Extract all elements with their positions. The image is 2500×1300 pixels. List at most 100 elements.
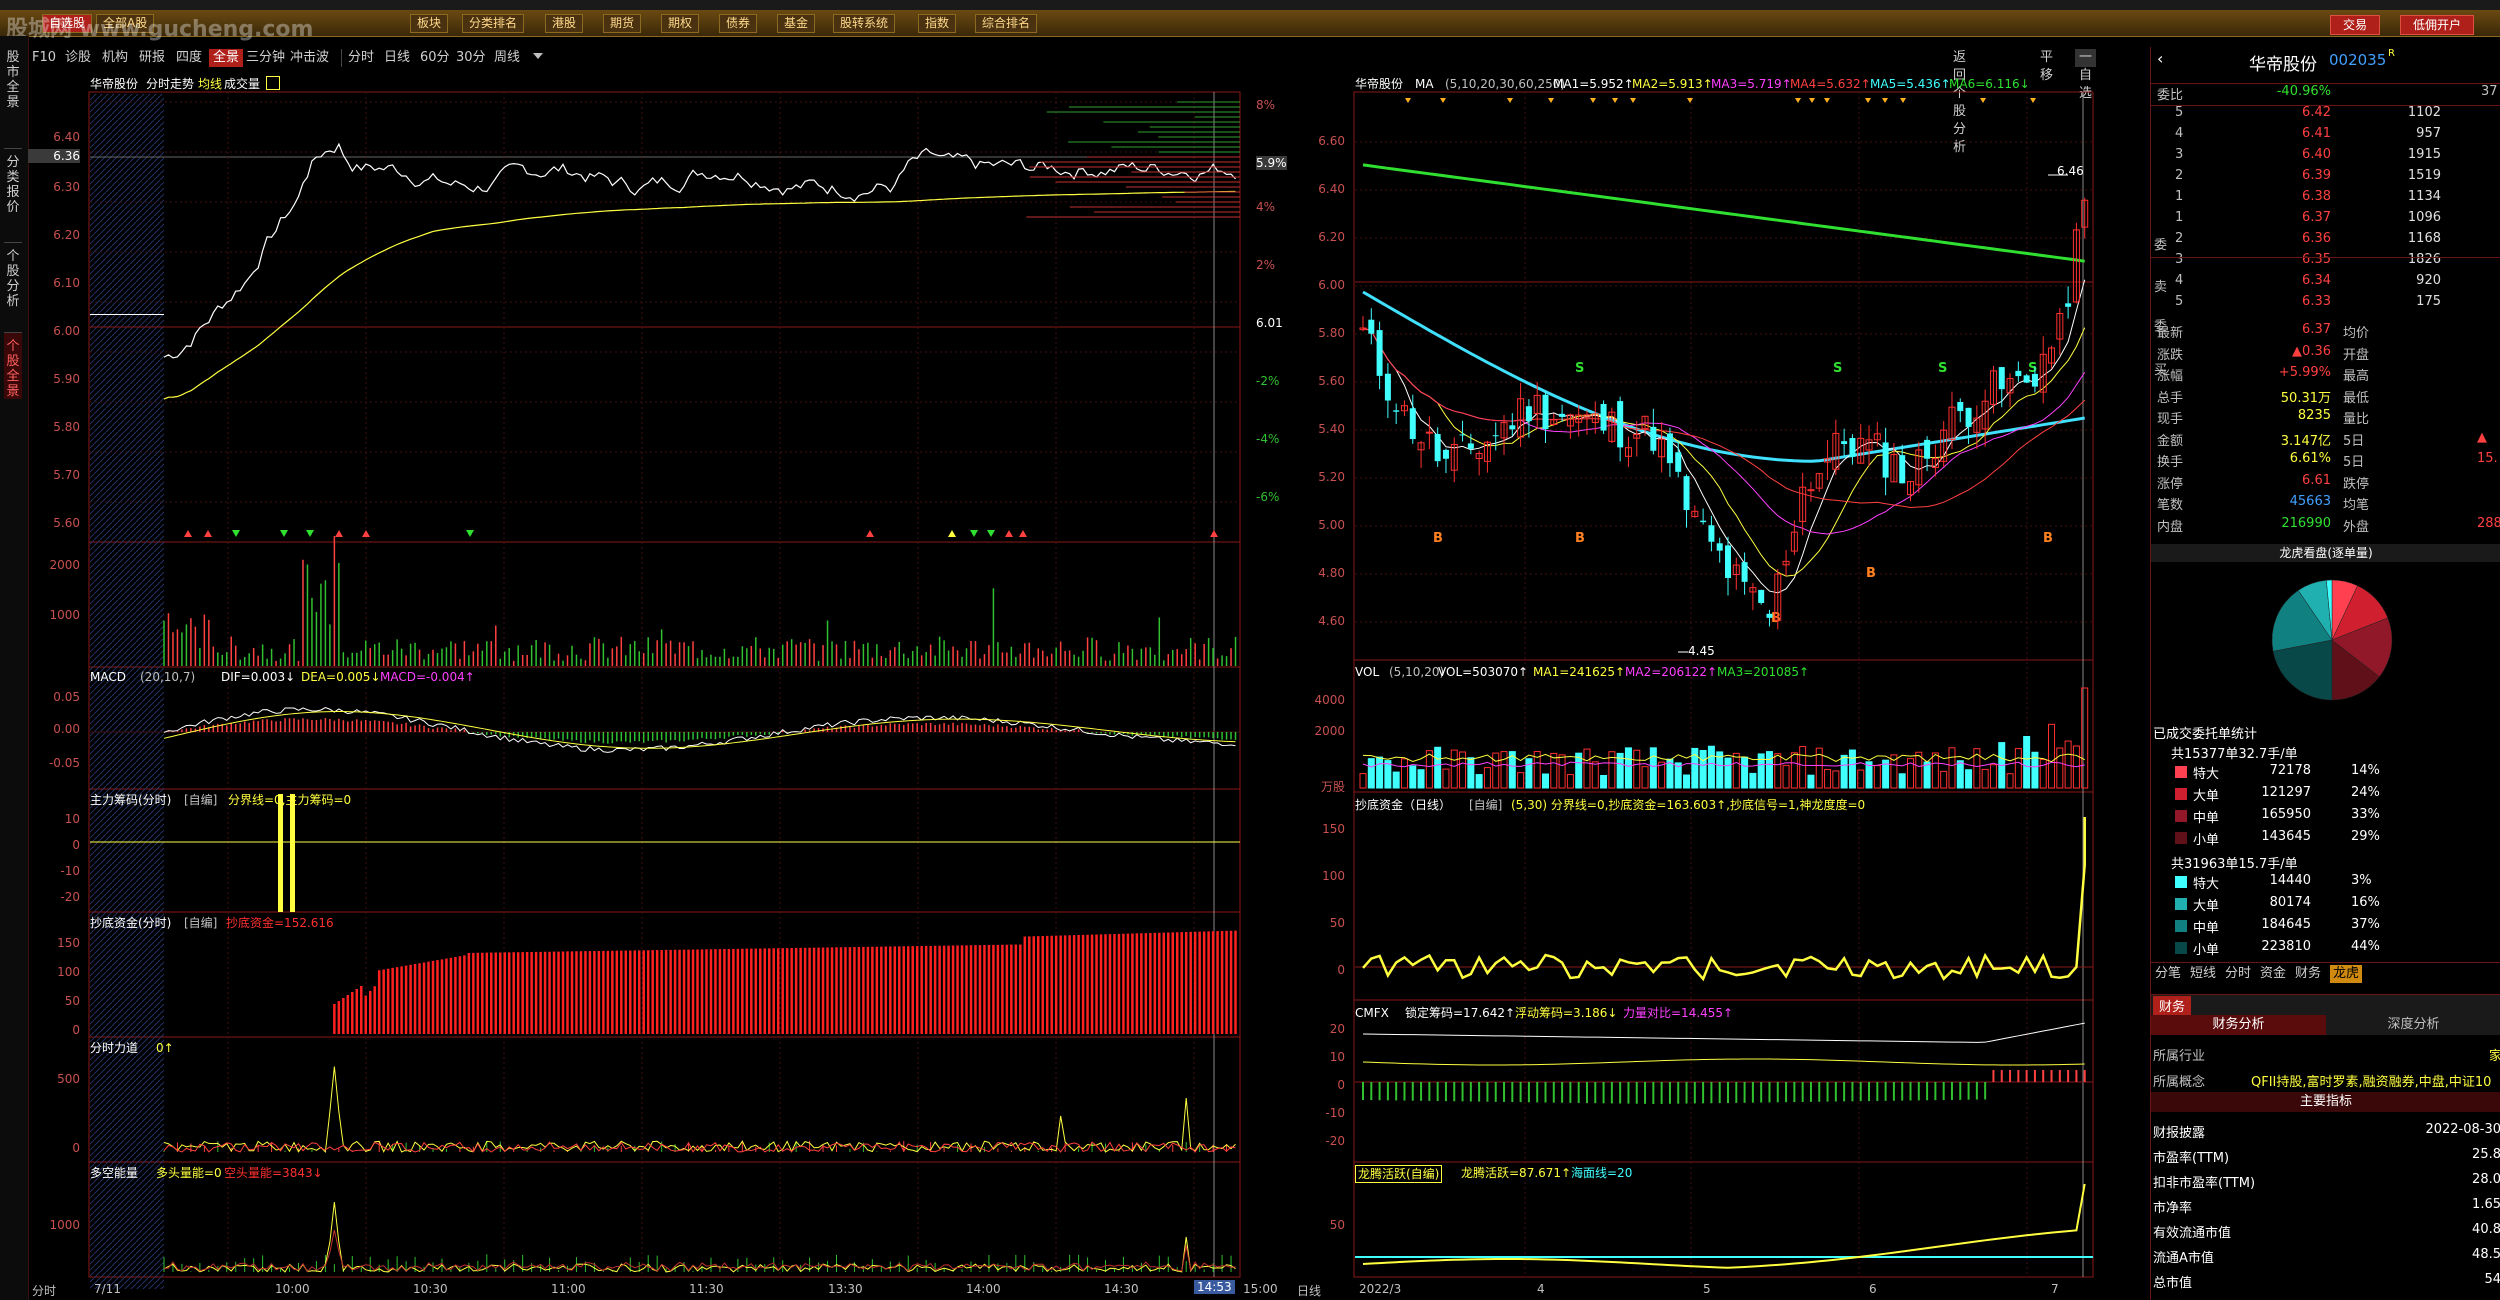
menu-item-category-rank[interactable]: 分类排名 bbox=[462, 14, 525, 33]
signal-marker bbox=[948, 530, 956, 537]
fin-tab-analysis[interactable]: 财务分析 bbox=[2151, 1015, 2326, 1035]
tool-shockwave[interactable]: 冲击波 bbox=[290, 49, 329, 67]
deal-color-swatch bbox=[2175, 898, 2187, 910]
concept-value: QFII持股,富时罗素,融资融券,中盘,中证10 bbox=[2251, 1075, 2492, 1090]
stat-label2: 量比 bbox=[2343, 412, 2370, 427]
sell-row[interactable]: 4 6.41 957 bbox=[2151, 126, 2500, 147]
stat-row: 涨停 6.61 跌停 bbox=[2151, 473, 2500, 494]
bottom-tab[interactable]: 分笔 bbox=[2155, 965, 2181, 983]
sell-row[interactable]: 5 6.42 1102 bbox=[2151, 105, 2500, 126]
menu-item-composite-rank[interactable]: 综合排名 bbox=[975, 14, 1038, 33]
side-tab-market[interactable]: 股市全景 bbox=[4, 50, 22, 110]
menu-item-bonds[interactable]: 债券 bbox=[719, 14, 758, 33]
bottom-tab[interactable]: 资金 bbox=[2260, 965, 2286, 983]
stat-value2: 288 bbox=[2477, 515, 2500, 531]
side-tab-stock-analysis[interactable]: 个股分析 bbox=[4, 242, 22, 309]
daily-volume-bar bbox=[1542, 773, 1549, 789]
event-marker bbox=[1900, 98, 1906, 103]
stat-value: 8235 bbox=[2297, 408, 2331, 423]
tool-f10[interactable]: F10 bbox=[32, 49, 56, 67]
daily-volume-bar bbox=[1699, 749, 1707, 789]
daily-volume-bar bbox=[1425, 750, 1433, 789]
tool-daily[interactable]: 日线 bbox=[384, 49, 410, 67]
deal-row: 中单 184645 37% bbox=[2151, 917, 2500, 938]
fin-label: 财报披露 bbox=[2153, 1126, 2206, 1141]
buy-row[interactable]: 5 6.33 175 bbox=[2151, 294, 2500, 315]
candle-body bbox=[1393, 410, 1400, 412]
fin-label: 市盈率(TTM) bbox=[2153, 1151, 2230, 1166]
buy-signal-marker: B bbox=[2043, 531, 2053, 546]
event-marker bbox=[1405, 98, 1411, 103]
daily-volume-bar bbox=[2006, 773, 2014, 789]
side-tab-category[interactable]: 分类报价 bbox=[4, 148, 22, 215]
bottom-tab[interactable]: 龙虎 bbox=[2330, 965, 2363, 983]
stat-label: 涨停 bbox=[2157, 476, 2184, 492]
flat-toggle[interactable]: 平移 bbox=[2040, 49, 2053, 83]
sell-row[interactable]: 3 6.40 1915 bbox=[2151, 147, 2500, 168]
sell-row[interactable]: 2 6.39 1519 bbox=[2151, 168, 2500, 189]
deal-name: 特大 bbox=[2193, 877, 2220, 892]
signal-marker bbox=[232, 530, 240, 537]
tool-intraday[interactable]: 分时 bbox=[341, 49, 374, 67]
deal-pct: 33% bbox=[2351, 807, 2380, 822]
daily-volume-bar bbox=[1475, 774, 1483, 789]
daily-volume-bar bbox=[1450, 749, 1458, 789]
tool-three-min[interactable]: 三分钟 bbox=[246, 49, 285, 67]
bottom-tab[interactable]: 财务 bbox=[2295, 965, 2321, 983]
weekly-dropdown-icon[interactable] bbox=[533, 53, 543, 59]
stat-row: 现手 8235 量比 bbox=[2151, 408, 2500, 429]
tool-overview[interactable]: 全景 bbox=[209, 49, 244, 67]
event-marker bbox=[1824, 98, 1830, 103]
candle-body bbox=[1766, 613, 1773, 618]
menu-item-options[interactable]: 期权 bbox=[661, 14, 700, 33]
sell-volume: 957 bbox=[2416, 126, 2441, 141]
stat-label: 涨幅 bbox=[2157, 369, 2184, 384]
menu-item-funds[interactable]: 基金 bbox=[777, 14, 816, 33]
fin-tab-deep[interactable]: 深度分析 bbox=[2326, 1015, 2500, 1035]
menu-item-neeq[interactable]: 股转系统 bbox=[833, 14, 896, 33]
stat-row: 总手 50.31万 最低 bbox=[2151, 387, 2500, 408]
bottom-tab[interactable]: 分时 bbox=[2225, 965, 2251, 983]
fin-row: 市盈率(TTM) 25.8 bbox=[2151, 1147, 2500, 1168]
buy-row[interactable]: 3 6.35 1826 bbox=[2151, 252, 2500, 273]
menu-item-futures[interactable]: 期货 bbox=[603, 14, 642, 33]
force-line bbox=[163, 1066, 1236, 1154]
sell-row[interactable]: 1 6.38 1134 bbox=[2151, 189, 2500, 210]
intraday-subpanel-frame bbox=[88, 788, 1241, 913]
buy-row[interactable]: 2 6.36 1168 bbox=[2151, 231, 2500, 252]
menu-item-index[interactable]: 指数 bbox=[918, 14, 957, 33]
stat-label2: 跌停 bbox=[2343, 476, 2370, 492]
daily-volume-bar bbox=[1367, 758, 1375, 789]
daily-volume-bar bbox=[2056, 747, 2064, 789]
bottom-tab[interactable]: 短线 bbox=[2190, 965, 2216, 983]
return-stock-analysis[interactable]: 返回个股分析 bbox=[1953, 49, 1966, 155]
tool-30min[interactable]: 30分 bbox=[456, 49, 486, 67]
deal-vol: 14440 bbox=[2269, 873, 2311, 888]
buy-signal-marker: B bbox=[1866, 566, 1876, 581]
tool-60min[interactable]: 60分 bbox=[420, 49, 450, 67]
tool-research[interactable]: 研报 bbox=[139, 49, 165, 67]
tool-diagnose[interactable]: 诊股 bbox=[65, 49, 91, 67]
candle-body bbox=[1492, 435, 1499, 437]
tool-four-degree[interactable]: 四度 bbox=[176, 49, 202, 67]
stat-row: 涨跌 ▲0.36 开盘 bbox=[2151, 344, 2500, 365]
tool-weekly[interactable]: 周线 bbox=[494, 49, 520, 67]
back-chevron-icon[interactable]: ‹ bbox=[2157, 49, 2163, 68]
daily-volume-bar bbox=[1483, 767, 1491, 789]
dfund-line bbox=[1362, 817, 2086, 982]
trade-button[interactable]: 交易 bbox=[2330, 15, 2381, 35]
sell-level: 5 bbox=[2175, 105, 2184, 120]
buy-row[interactable]: 1 6.37 1096 bbox=[2151, 210, 2500, 231]
finance-tab[interactable]: 财务 bbox=[2153, 996, 2192, 1015]
deal-vol: 184645 bbox=[2261, 917, 2311, 932]
sell-level: 1 bbox=[2175, 189, 2184, 204]
sell-signal-marker: S bbox=[1938, 361, 1947, 376]
watchlist-select[interactable]: 一自选 bbox=[2075, 49, 2097, 101]
open-account-button[interactable]: 低佣开户 bbox=[2400, 15, 2475, 35]
event-marker bbox=[1590, 98, 1596, 103]
menu-item-hk[interactable]: 港股 bbox=[545, 14, 584, 33]
buy-row[interactable]: 4 6.34 920 bbox=[2151, 273, 2500, 294]
side-tab-stock-overview[interactable]: 个股全景 bbox=[4, 332, 22, 399]
menu-item-sector[interactable]: 板块 bbox=[410, 14, 449, 33]
tool-institution[interactable]: 机构 bbox=[102, 49, 128, 67]
